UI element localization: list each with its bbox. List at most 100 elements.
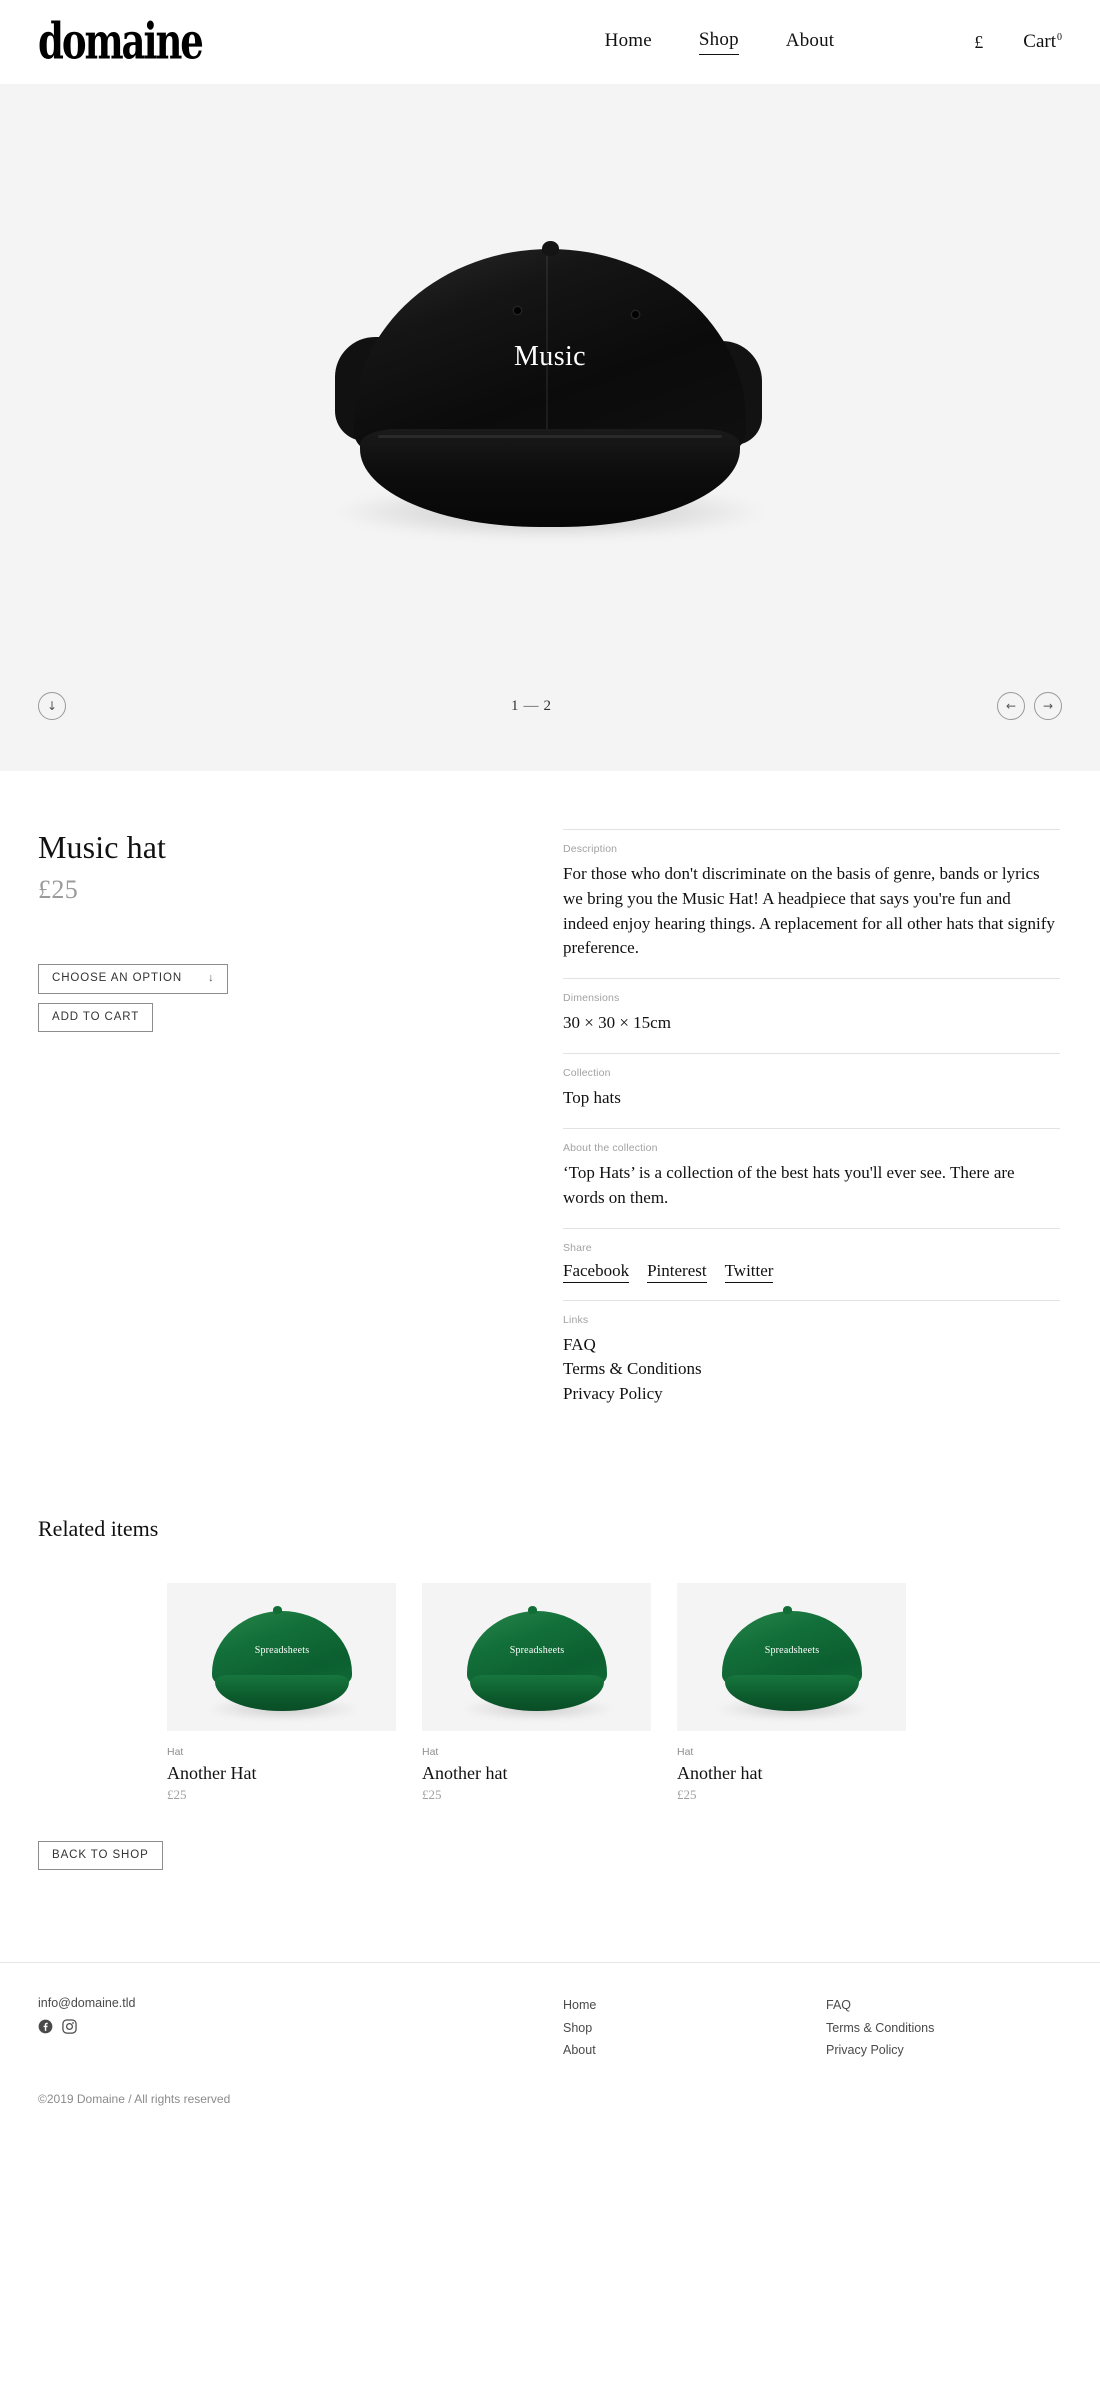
- back-to-shop-button[interactable]: BACK TO SHOP: [38, 1840, 163, 1871]
- product-links-list: FAQ Terms & Conditions Privacy Policy: [563, 1333, 1060, 1407]
- related-item-name: Another Hat: [167, 1762, 257, 1783]
- spec-collection: Collection Top hats: [563, 1053, 1060, 1128]
- spec-about-collection: About the collection ‘Top Hats’ is a col…: [563, 1127, 1060, 1228]
- instagram-icon[interactable]: [62, 2019, 77, 2035]
- footer-nav-column-2: FAQ Terms & Conditions Privacy Policy: [826, 1996, 934, 2058]
- page-title: Music hat: [38, 829, 166, 865]
- product-price: £25: [38, 875, 79, 904]
- footer-link-home[interactable]: Home: [563, 1996, 826, 2014]
- site-logo[interactable]: domaine: [38, 16, 204, 67]
- facebook-icon[interactable]: [38, 2019, 53, 2034]
- footer-link-about[interactable]: About: [563, 2041, 826, 2059]
- related-item-category: Hat: [422, 1745, 439, 1758]
- hat-embroidery-text: Spreadsheets: [254, 1644, 310, 1656]
- hat-embroidery-text: Spreadsheets: [764, 1644, 820, 1656]
- choose-option-dropdown[interactable]: CHOOSE AN OPTION ↓: [38, 964, 229, 994]
- link-faq[interactable]: FAQ: [563, 1333, 1060, 1358]
- pager-dash: —: [523, 697, 540, 714]
- related-item-category: Hat: [677, 1745, 694, 1758]
- footer-contact: info@domaine.tld: [38, 1996, 563, 2058]
- footer-link-privacy[interactable]: Privacy Policy: [826, 2041, 934, 2059]
- site-header: domaine Home Shop About £ Cart0: [0, 0, 1100, 84]
- hat-top-button: [528, 1605, 537, 1614]
- main-navigation: Home Shop About £ Cart0: [605, 29, 1062, 55]
- cart-label: Cart: [1023, 31, 1056, 52]
- spec-label: Share: [563, 1241, 592, 1254]
- related-item-name: Another hat: [422, 1762, 508, 1783]
- hat-top-button: [783, 1605, 792, 1614]
- prev-image-button[interactable]: ←: [997, 692, 1025, 720]
- hat-eyelet: [514, 306, 521, 314]
- footer-link-shop[interactable]: Shop: [563, 2019, 826, 2037]
- spec-label: Collection: [563, 1067, 611, 1080]
- product-hero: Music ↓ 1—2 ← →: [0, 84, 1100, 771]
- share-twitter-link[interactable]: Twitter: [724, 1261, 774, 1283]
- hero-controls: ↓ 1—2 ← →: [0, 689, 1100, 723]
- nav-item-shop[interactable]: Shop: [698, 29, 739, 55]
- spec-dimensions: Dimensions 30 × 30 × 15cm: [563, 978, 1060, 1053]
- related-item-card[interactable]: Spreadsheets Hat Another hat £25: [677, 1582, 906, 1803]
- pager-total: 2: [543, 697, 552, 714]
- footer-social-links: [38, 2019, 563, 2035]
- spec-label: Description: [563, 843, 618, 855]
- spec-value: For those who don't discriminate on the …: [563, 864, 1055, 958]
- footer-link-terms[interactable]: Terms & Conditions: [826, 2019, 934, 2037]
- nav-utilities: £ Cart0: [974, 31, 1062, 53]
- carousel-arrows: ← →: [997, 692, 1062, 720]
- footer-copyright: ©2019 Domaine / All rights reserved: [38, 2091, 231, 2106]
- cart-button[interactable]: Cart0: [1023, 31, 1062, 53]
- product-page: domaine Home Shop About £ Cart0 Music ↓ …: [0, 0, 1100, 2138]
- spec-value: ‘Top Hats’ is a collection of the best h…: [563, 1162, 1015, 1207]
- scroll-down-button[interactable]: ↓: [38, 692, 66, 720]
- related-items-title: Related items: [38, 1515, 159, 1541]
- spec-value: Top hats: [563, 1088, 621, 1108]
- related-item-image: Spreadsheets: [422, 1582, 651, 1731]
- related-item-image: Spreadsheets: [677, 1582, 906, 1731]
- hat-top-button: [542, 240, 559, 256]
- nav-links: Home Shop About: [605, 29, 835, 55]
- spec-label: About the collection: [563, 1141, 658, 1154]
- related-item-card[interactable]: Spreadsheets Hat Another hat £25: [422, 1582, 651, 1803]
- chevron-down-icon: ↓: [208, 972, 215, 985]
- related-item-price: £25: [677, 1786, 697, 1802]
- link-privacy[interactable]: Privacy Policy: [563, 1382, 1060, 1407]
- spec-share: Share Facebook Pinterest Twitter: [563, 1227, 1060, 1300]
- product-summary: Music hat £25 CHOOSE AN OPTION ↓ ADD TO …: [38, 829, 563, 1424]
- spec-value: 30 × 30 × 15cm: [563, 1013, 671, 1033]
- related-item-category: Hat: [167, 1745, 184, 1758]
- spec-links: Links FAQ Terms & Conditions Privacy Pol…: [563, 1299, 1060, 1424]
- product-details: Description For those who don't discrimi…: [563, 829, 1060, 1424]
- related-item-price: £25: [422, 1786, 442, 1802]
- product-section: Music hat £25 CHOOSE AN OPTION ↓ ADD TO …: [0, 771, 1100, 1424]
- site-footer: info@domaine.tld Home Shop About FAQ Ter…: [0, 1963, 1100, 2058]
- spec-description: Description For those who don't discrimi…: [563, 829, 1060, 978]
- footer-nav-column-1: Home Shop About: [563, 1996, 826, 2058]
- footer-link-faq[interactable]: FAQ: [826, 1996, 934, 2014]
- related-items-grid: Spreadsheets Hat Another Hat £25 Spreads…: [38, 1582, 1062, 1803]
- link-terms[interactable]: Terms & Conditions: [563, 1357, 1060, 1382]
- related-items-section: Related items Spreadsheets Hat Another H…: [0, 1516, 1100, 1803]
- related-item-image: Spreadsheets: [167, 1582, 396, 1731]
- add-to-cart-button[interactable]: ADD TO CART: [38, 1002, 154, 1032]
- share-links: Facebook Pinterest Twitter: [563, 1261, 1060, 1283]
- next-image-button[interactable]: →: [1034, 692, 1062, 720]
- currency-selector[interactable]: £: [974, 32, 983, 53]
- share-pinterest-link[interactable]: Pinterest: [647, 1261, 707, 1283]
- nav-item-about[interactable]: About: [786, 30, 835, 55]
- spec-label: Links: [563, 1313, 589, 1326]
- hat-eyelet: [632, 310, 639, 318]
- related-item-name: Another hat: [677, 1762, 763, 1783]
- related-item-price: £25: [167, 1786, 187, 1802]
- hat-top-button: [273, 1605, 282, 1614]
- product-image[interactable]: Music: [330, 233, 770, 563]
- choose-option-label: CHOOSE AN OPTION: [52, 972, 183, 984]
- share-facebook-link[interactable]: Facebook: [563, 1261, 630, 1283]
- cart-count: 0: [1057, 31, 1062, 43]
- nav-item-home[interactable]: Home: [605, 30, 652, 55]
- pager-current: 1: [511, 697, 520, 714]
- spec-label: Dimensions: [563, 992, 620, 1005]
- hat-embroidery-text: Spreadsheets: [509, 1644, 565, 1656]
- related-item-card[interactable]: Spreadsheets Hat Another Hat £25: [167, 1582, 396, 1803]
- footer-email[interactable]: info@domaine.tld: [38, 1996, 563, 2010]
- hat-embroidery-text: Music: [514, 340, 586, 372]
